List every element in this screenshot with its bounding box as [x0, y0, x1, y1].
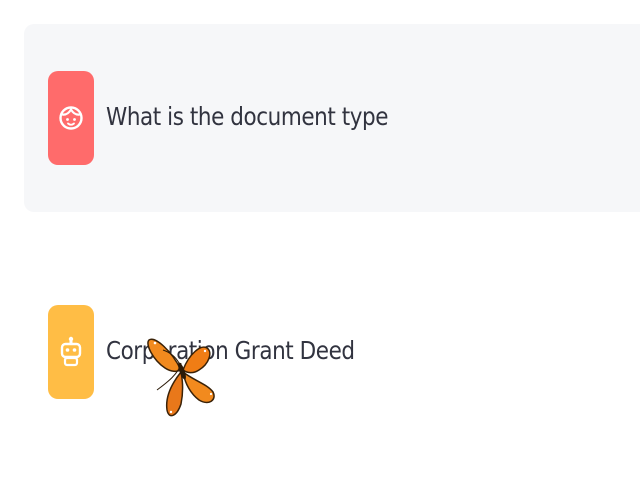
chat-message-user: What is the document type — [24, 24, 640, 212]
user-face-icon — [59, 106, 83, 130]
user-message-text: What is the document type — [106, 102, 389, 131]
chat-container: What is the document type Corporation Gr… — [0, 0, 640, 480]
user-avatar — [48, 71, 94, 165]
assistant-message-text: Corporation Grant Deed — [106, 336, 355, 365]
chat-message-assistant: Corporation Grant Deed — [24, 258, 640, 446]
assistant-avatar — [48, 305, 94, 399]
robot-icon — [60, 336, 82, 367]
